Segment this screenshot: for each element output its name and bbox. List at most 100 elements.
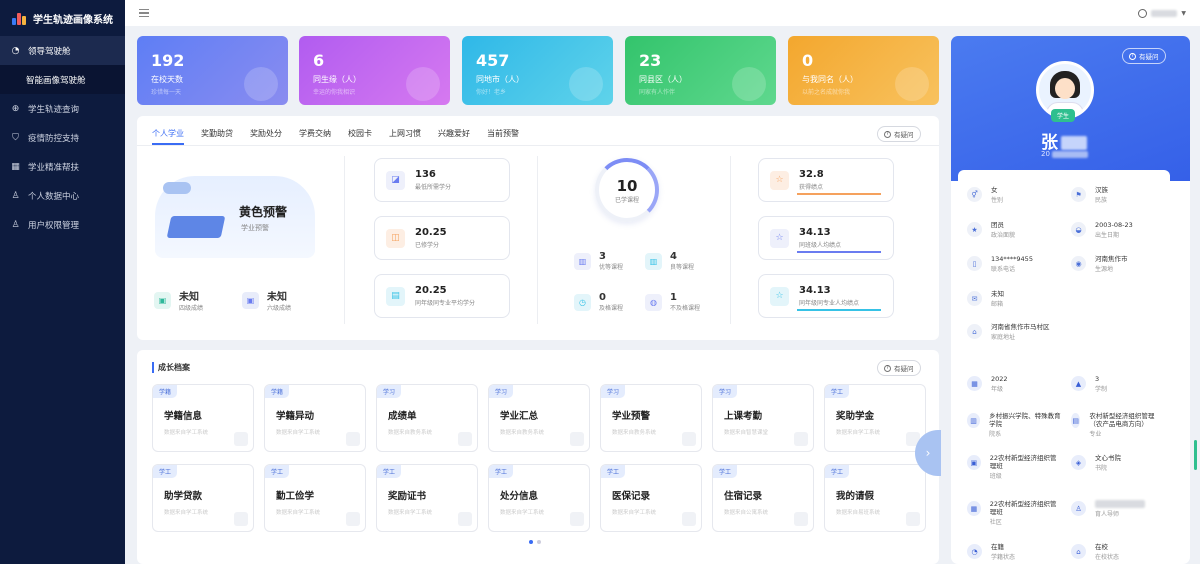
sidebar-item-personal-data[interactable]: ♙ 个人数据中心 <box>0 181 125 210</box>
shield-icon: ⛉ <box>12 132 19 143</box>
archive-card[interactable]: 学工 我的请假 数据来自易班系统 <box>824 464 926 532</box>
archive-card[interactable]: 学工 奖助学金 数据来自学工系统 <box>824 384 926 452</box>
growth-title: 成长档案 <box>152 362 190 373</box>
sidebar-item-academic-support[interactable]: ▦ 学业精准帮扶 <box>0 152 125 181</box>
sidebar-item-epidemic-support[interactable]: ⛉ 疫情防控支持 <box>0 123 125 152</box>
tab-internet-habits[interactable]: 上网习惯 <box>389 128 421 145</box>
topbar: ▼ <box>125 0 1200 26</box>
user-icon <box>895 67 929 101</box>
question-icon: ? <box>884 364 891 372</box>
sidebar-item-user-permissions[interactable]: ♙ 用户权限管理 <box>0 210 125 239</box>
archive-name: 处分信息 <box>500 491 539 502</box>
archive-tag: 学工 <box>377 465 402 478</box>
tab-current-warning[interactable]: 当前预警 <box>487 128 519 145</box>
gpa-bar <box>797 193 881 195</box>
course-fail: ◍ 1 不及格课程 <box>645 292 700 312</box>
sidebar: 学生轨迹画像系统 ◔ 领导驾驶舱 智能画像驾驶舱 ⊕ 学生轨迹查询 ⛉ 疫情防控… <box>0 0 125 564</box>
archive-desc: 数据来自公寓系统 <box>724 510 769 516</box>
help-button[interactable]: ? 有疑问 <box>877 126 921 142</box>
book-icon: ▥ <box>574 252 591 270</box>
credit-average: ▤ 20.25 同年级同专业平均学分 <box>374 274 510 318</box>
archive-name: 我的请假 <box>836 491 875 502</box>
archive-tag: 学习 <box>713 385 738 398</box>
dot-active[interactable] <box>529 540 533 544</box>
layers-icon: ◈ <box>1071 455 1086 470</box>
archive-name: 助学贷款 <box>164 491 203 502</box>
archive-card[interactable]: 学籍 学籍信息 数据来自学工系统 <box>152 384 254 452</box>
profile-field: ▦ 2022 年级 <box>967 375 1063 393</box>
logo-icon <box>12 12 26 25</box>
help-button[interactable]: ? 有疑问 <box>877 360 921 376</box>
archive-desc: 数据来自学工系统 <box>276 430 321 436</box>
credit-required: ◪ 136 最低所需学分 <box>374 158 510 202</box>
profile-field: ▲ 3 学制 <box>1071 375 1167 393</box>
app-logo: 学生轨迹画像系统 <box>0 0 125 36</box>
tab-tuition[interactable]: 学费交纳 <box>299 128 331 145</box>
divider <box>344 156 345 324</box>
graduation-icon: ▲ <box>1071 376 1086 391</box>
tab-awards-aid[interactable]: 奖勤助贷 <box>201 128 233 145</box>
archive-card[interactable]: 学习 成绩单 数据来自教务系统 <box>376 384 478 452</box>
archive-icon <box>794 512 808 526</box>
archive-tag: 学工 <box>825 385 850 398</box>
stat-card-days: 192 在校天数 珍惜每一天 <box>137 36 288 105</box>
grid-icon: ▦ <box>11 161 20 172</box>
help-button[interactable]: ? 有疑问 <box>1122 48 1166 64</box>
archive-card[interactable]: 学工 助学贷款 数据来自学工系统 <box>152 464 254 532</box>
mail-icon: ✉ <box>967 291 982 306</box>
profile-field: ◒ 2003-08-23 出生日期 <box>1071 221 1167 239</box>
sidebar-item-leader-cockpit[interactable]: ◔ 领导驾驶舱 <box>0 36 125 65</box>
user-menu[interactable]: ▼ <box>1138 8 1186 18</box>
archive-tag: 学工 <box>825 465 850 478</box>
archive-card[interactable]: 学习 上课考勤 数据来自智慧课堂 <box>712 384 814 452</box>
archive-card[interactable]: 学工 处分信息 数据来自学工系统 <box>488 464 590 532</box>
archive-name: 医保记录 <box>612 491 651 502</box>
app-title: 学生轨迹画像系统 <box>33 14 113 26</box>
archive-card[interactable]: 学工 住宿记录 数据来自公寓系统 <box>712 464 814 532</box>
course-total-ring: 10 已学课程 <box>595 158 659 222</box>
archive-tag: 学习 <box>601 385 626 398</box>
globe-icon: ⊕ <box>11 103 20 114</box>
mentor-icon: ♙ <box>1071 501 1086 516</box>
tab-personal-academic[interactable]: 个人学业 <box>152 128 184 145</box>
profile-field: ▦ 22农村新型经济组织管理班 社区 <box>967 500 1063 526</box>
archive-card[interactable]: 学工 奖励证书 数据来自学工系统 <box>376 464 478 532</box>
archive-name: 学业预警 <box>612 411 651 422</box>
tab-interests[interactable]: 兴趣爱好 <box>438 128 470 145</box>
tab-rewards-punishments[interactable]: 奖励处分 <box>250 128 282 145</box>
archive-desc: 数据来自学工系统 <box>612 510 657 516</box>
cet4-score: ▣ 未知 四级成绩 <box>154 288 203 312</box>
tab-campus-card[interactable]: 校园卡 <box>348 128 372 145</box>
student-tag: 学生 <box>1051 109 1076 122</box>
gender-icon: ⚥ <box>967 187 982 202</box>
dot[interactable] <box>537 540 541 544</box>
archive-card[interactable]: 学籍 学籍异动 数据来自学工系统 <box>264 384 366 452</box>
profile-field: ♙ 育人导师 <box>1071 500 1167 518</box>
gpa-class-average: ☆ 34.13 同班级人均绩点 <box>758 216 894 260</box>
archive-desc: 数据来自学工系统 <box>164 510 209 516</box>
menu-toggle-icon[interactable] <box>139 9 149 17</box>
archive-desc: 数据来自教务系统 <box>388 430 433 436</box>
archive-icon <box>346 512 360 526</box>
people-icon <box>406 67 440 101</box>
user-icon: ♙ <box>11 219 20 230</box>
archive-card[interactable]: 学工 医保记录 数据来自学工系统 <box>600 464 702 532</box>
profile-field: ⌂ 在校 在校状态 <box>1071 543 1167 561</box>
sidebar-item-portrait-cockpit[interactable]: 智能画像驾驶舱 <box>0 65 125 94</box>
archive-card[interactable]: 学工 勤工俭学 数据来自学工系统 <box>264 464 366 532</box>
star-icon: ☆ <box>770 170 789 190</box>
archive-icon <box>570 432 584 446</box>
dashboard-icon: ◔ <box>11 45 20 56</box>
page-scrollbar[interactable] <box>1194 440 1197 470</box>
stat-card-same-county: 23 同县区（人） 同家有人作伴 <box>625 36 776 105</box>
archive-card[interactable]: 学习 学业汇总 数据来自教务系统 <box>488 384 590 452</box>
sidebar-item-trajectory-query[interactable]: ⊕ 学生轨迹查询 <box>0 94 125 123</box>
archive-tag: 学籍 <box>265 385 290 398</box>
building-icon <box>244 67 278 101</box>
archive-card[interactable]: 学习 学业预警 数据来自教务系统 <box>600 384 702 452</box>
stat-card-same-birthday: 6 同生缘（人） 幸运的你我相识 <box>299 36 450 105</box>
warning-sub: 学业预警 <box>241 224 269 232</box>
community-icon: ▦ <box>967 501 981 516</box>
clock-icon: ◷ <box>574 293 591 311</box>
gpa-bar <box>797 251 881 253</box>
